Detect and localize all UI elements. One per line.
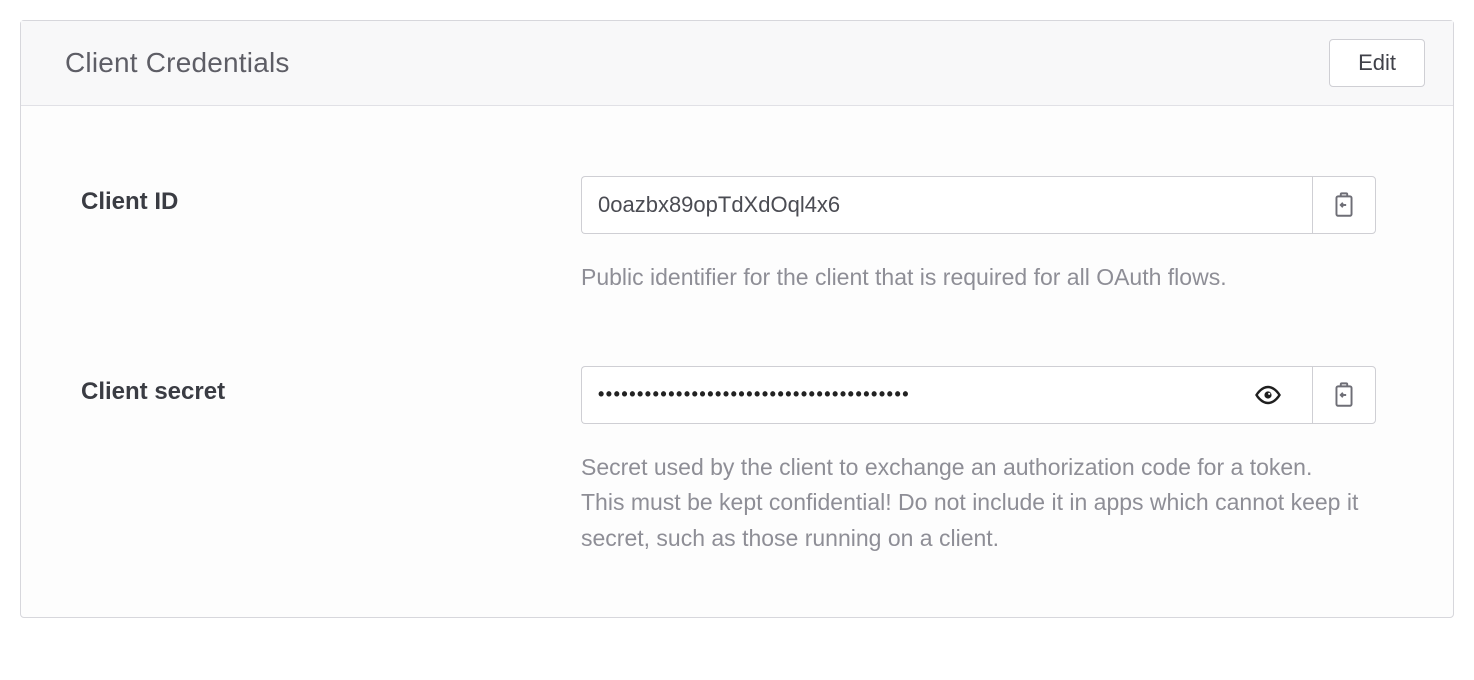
clipboard-icon (1331, 381, 1357, 409)
eye-icon (1254, 385, 1282, 405)
copy-client-secret-button[interactable] (1312, 366, 1376, 424)
clipboard-icon (1331, 191, 1357, 219)
client-secret-label: Client secret (81, 378, 581, 406)
client-secret-help: Secret used by the client to exchange an… (581, 450, 1361, 557)
client-id-label: Client ID (81, 188, 581, 216)
copy-client-id-button[interactable] (1312, 176, 1376, 234)
client-id-input-group: 0oazbx89opTdXdOql4x6 (581, 176, 1376, 234)
client-secret-row: Client secret ••••••••••••••••••••••••••… (81, 366, 1393, 557)
panel-title: Client Credentials (65, 47, 290, 79)
client-secret-masked: •••••••••••••••••••••••••••••••••••••••• (598, 384, 1248, 405)
edit-button[interactable]: Edit (1329, 39, 1425, 87)
reveal-secret-button[interactable] (1248, 385, 1296, 405)
panel-header: Client Credentials Edit (21, 21, 1453, 106)
client-id-row: Client ID 0oazbx89opTdXdOql4x6 (81, 176, 1393, 296)
client-secret-input[interactable]: •••••••••••••••••••••••••••••••••••••••• (581, 366, 1312, 424)
panel-body: Client ID 0oazbx89opTdXdOql4x6 (21, 106, 1453, 617)
client-id-help: Public identifier for the client that is… (581, 260, 1361, 296)
client-credentials-panel: Client Credentials Edit Client ID 0oazbx… (20, 20, 1454, 618)
client-id-input[interactable]: 0oazbx89opTdXdOql4x6 (581, 176, 1312, 234)
client-secret-input-group: •••••••••••••••••••••••••••••••••••••••• (581, 366, 1376, 424)
